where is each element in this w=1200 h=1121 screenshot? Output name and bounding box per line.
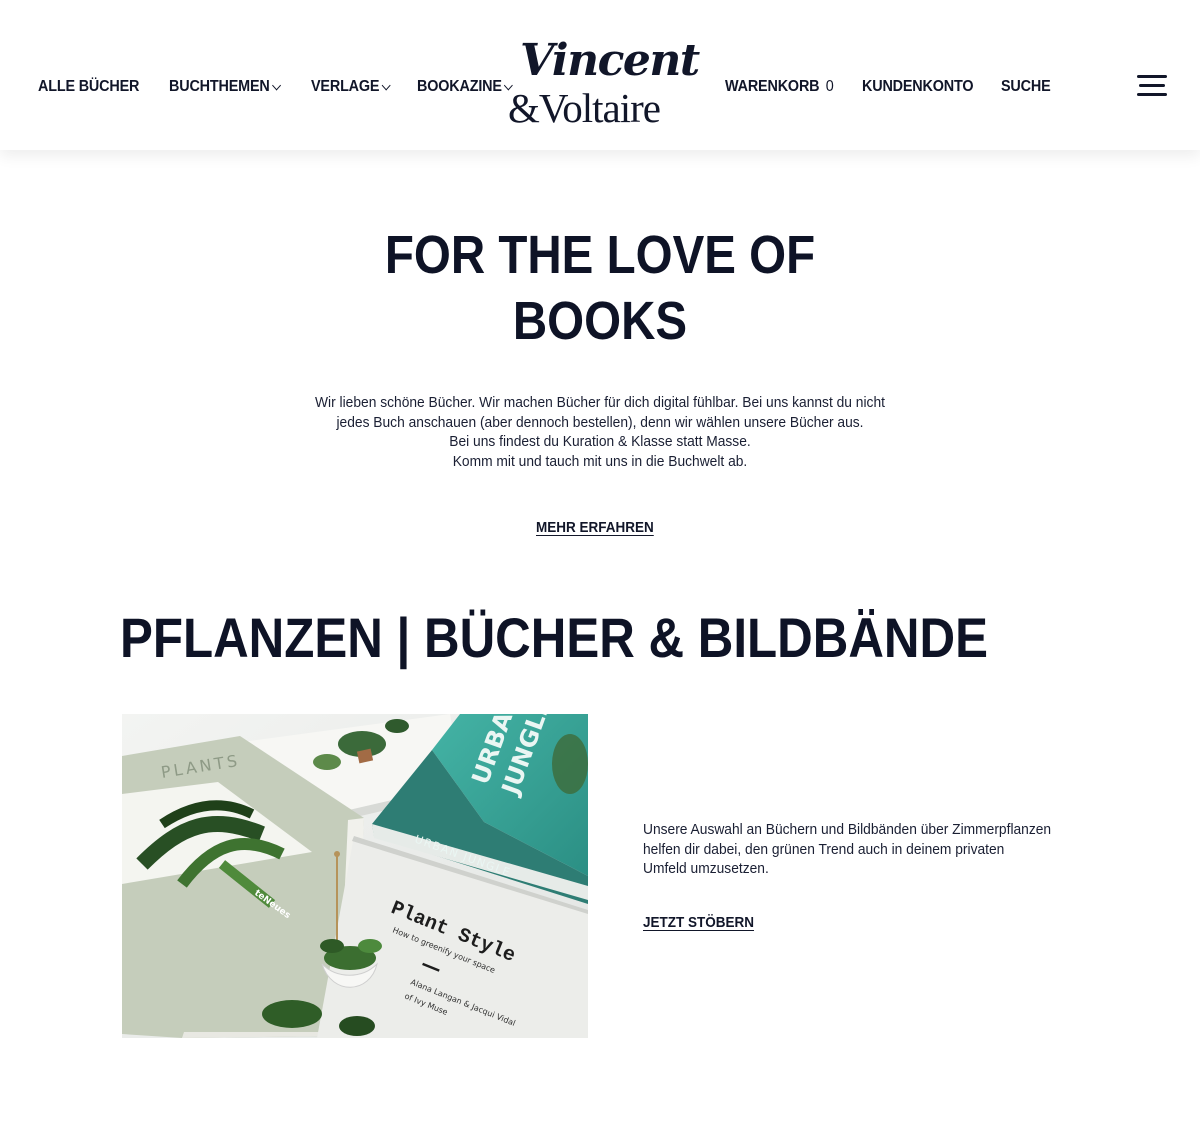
hero-title-line-2: BOOKS [512, 291, 688, 351]
jetzt-stoebern-link[interactable]: JETZT STÖBERN [643, 914, 754, 931]
hero-text-line: jedes Buch anschauen (aber dennoch beste… [336, 413, 864, 431]
nav-label: BUCHTHEMEN [169, 78, 271, 95]
hero-text-line: Bei uns findest du Kuration & Klasse sta… [449, 433, 751, 450]
logo-line-1: Vincent [520, 35, 700, 86]
account-link[interactable]: KUNDENKONTO [861, 78, 974, 96]
hamburger-icon[interactable] [1137, 75, 1167, 99]
nav-buchthemen[interactable]: BUCHTHEMEN [169, 78, 282, 96]
hero-description: Wir lieben schöne Bücher. Wir machen Büc… [240, 393, 960, 471]
search-link[interactable]: SUCHE [1001, 78, 1051, 96]
nav-label: ALLE BÜCHER [38, 78, 140, 95]
nav-label: VERLAGE [311, 78, 380, 95]
main-nav-left: ALLE BÜCHER BUCHTHEMEN VERLAGE BOOKAZINE [38, 78, 541, 96]
nav-verlage[interactable]: VERLAGE [311, 78, 391, 96]
hero-title-line-1: FOR THE LOVE OF [384, 225, 816, 285]
cart-count: 0 [825, 78, 834, 95]
section-text-line: Unsere Auswahl an Büchern und Bildbänden… [643, 821, 1052, 838]
section-text-line: helfen dir dabei, den grünen Trend auch … [643, 840, 1005, 858]
chevron-down-icon [381, 80, 391, 90]
hero-text-line: Komm mit und tauch mit uns in die Buchwe… [452, 452, 748, 470]
site-logo[interactable]: Vincent &Voltaire [508, 36, 700, 132]
plant-books-photo[interactable]: URBAN JUNGLE URBAN JUNGLE PLANTS teNeues [122, 714, 588, 1038]
account-label: KUNDENKONTO [861, 78, 974, 95]
main-nav-right: WARENKORB 0 KUNDENKONTO SUCHE [725, 78, 1072, 96]
section-text-line: Umfeld umzusetzen. [643, 860, 769, 877]
section-title: PFLANZEN | BÜCHER & BILDBÄNDE [120, 606, 988, 669]
hero-text-line: Wir lieben schöne Bücher. Wir machen Büc… [315, 394, 885, 411]
search-label: SUCHE [1001, 78, 1051, 95]
nav-alle-buecher[interactable]: ALLE BÜCHER [38, 78, 139, 96]
cart-label: WARENKORB [725, 78, 820, 95]
nav-bookazine[interactable]: BOOKAZINE [417, 78, 514, 96]
cart-link[interactable]: WARENKORB 0 [725, 78, 834, 96]
section-description: Unsere Auswahl an Büchern und Bildbänden… [643, 820, 1103, 879]
logo-line-2: &Voltaire [508, 85, 661, 131]
mehr-erfahren-link[interactable]: MEHR ERFAHREN [536, 519, 654, 536]
nav-label: BOOKAZINE [417, 78, 502, 95]
site-header: ALLE BÜCHER BUCHTHEMEN VERLAGE BOOKAZINE… [0, 0, 1200, 150]
hero-title: FOR THE LOVE OF BOOKS [336, 222, 864, 354]
chevron-down-icon [272, 80, 282, 90]
